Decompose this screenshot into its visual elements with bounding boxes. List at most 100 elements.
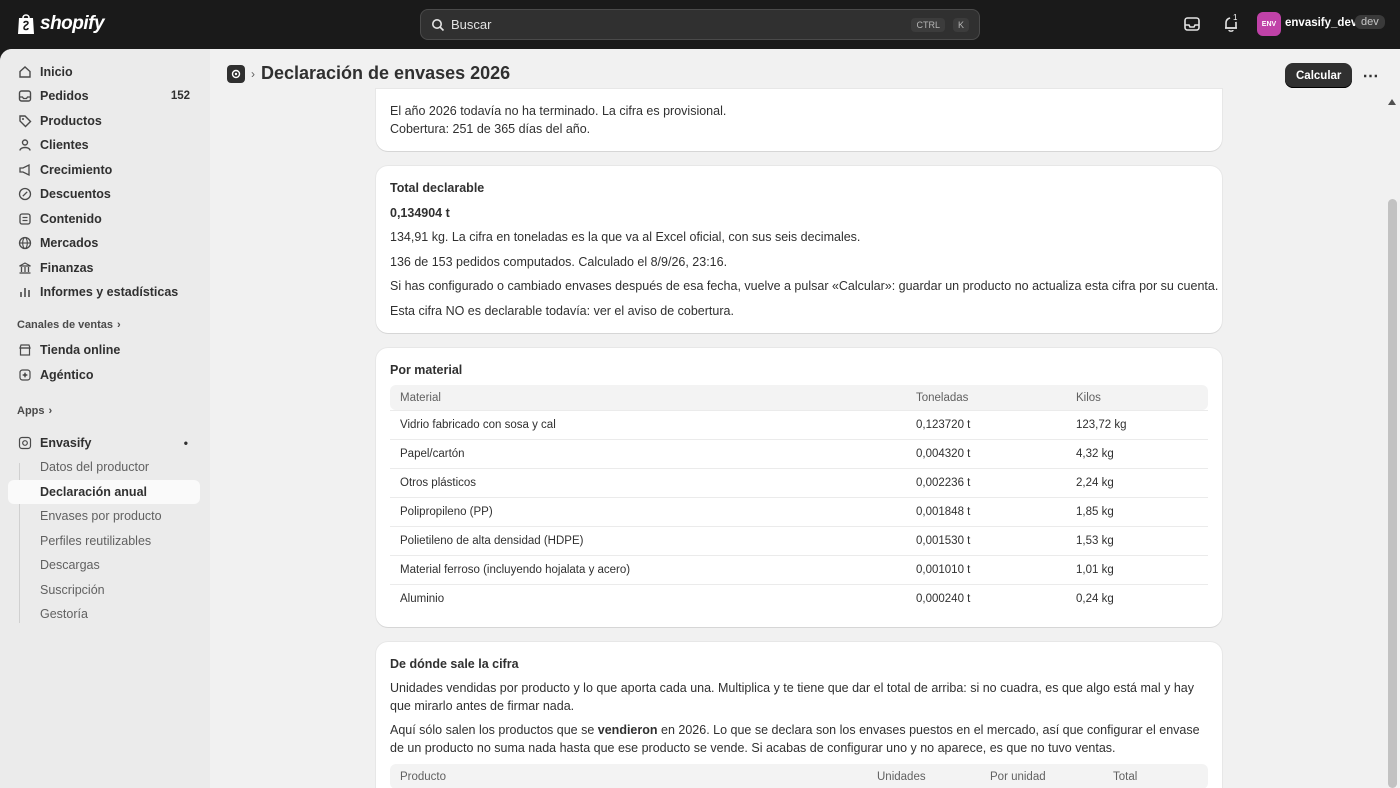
coverage-notice-card: El año 2026 todavía no ha terminado. La … [376, 89, 1222, 151]
origin-p2-a: Aquí sólo salen los productos que se [390, 723, 598, 737]
shortcut-ctrl: CTRL [911, 17, 945, 32]
person-icon [19, 139, 31, 151]
cell-kilos: 123,72 kg [1076, 419, 1127, 431]
cell-toneladas: 0,004320 t [916, 448, 971, 460]
subnav-perfiles-reutilizables[interactable]: Perfiles reutilizables [8, 529, 200, 553]
table-row: Material ferroso (incluyendo hojalata y … [390, 555, 1208, 584]
more-actions-icon[interactable]: ⋯ [1358, 63, 1383, 88]
orders-count-badge: 152 [170, 90, 190, 102]
store-name[interactable]: envasify_dev [1285, 17, 1357, 29]
scroll-up-arrow-icon[interactable] [1388, 99, 1396, 105]
subnav-suscripcion[interactable]: Suscripción [8, 578, 200, 602]
sidebar-item-label: Crecimiento [40, 163, 113, 177]
sidebar-item-descuentos[interactable]: Descuentos [8, 182, 200, 206]
sidebar-item-inicio[interactable]: Inicio [8, 60, 200, 84]
logo-text: shopify [40, 13, 105, 34]
section-label: Apps [17, 405, 45, 417]
sidebar-item-contenido[interactable]: Contenido [8, 207, 200, 231]
env-badge: dev [1355, 15, 1385, 29]
cell-kilos: 1,53 kg [1076, 535, 1114, 547]
subnav-label: Descargas [40, 558, 100, 572]
content-icon [19, 213, 31, 225]
chart-icon [20, 288, 30, 297]
table-row: Papel/cartón 0,004320 t 4,32 kg [390, 439, 1208, 468]
sidebar-item-mercados[interactable]: Mercados [8, 231, 200, 255]
cell-kilos: 2,24 kg [1076, 477, 1114, 489]
sidebar-item-envasify[interactable]: Envasify • [8, 431, 200, 455]
sidebar-item-crecimiento[interactable]: Crecimiento [8, 158, 200, 182]
table-row: Polietileno de alta densidad (HDPE) 0,00… [390, 526, 1208, 555]
subnav-envases-producto[interactable]: Envases por producto [8, 504, 200, 528]
page-title: Declaración de envases 2026 [261, 63, 511, 83]
page-header: › Declaración de envases 2026 [227, 63, 510, 84]
cell-material: Aluminio [400, 593, 445, 605]
more-dots-icon[interactable]: • [184, 436, 188, 450]
subnav-declaracion-anual[interactable]: Declaración anual [8, 480, 200, 504]
subnav-label: Datos del productor [40, 460, 150, 474]
home-icon [19, 66, 31, 78]
origin-paragraph-2: Aquí sólo salen los productos que se ven… [390, 722, 1210, 757]
scrollbar[interactable] [1386, 49, 1400, 788]
admin-frame: Inicio Pedidos 152 Productos Clientes Cr… [0, 49, 1400, 788]
table-row: Otros plásticos 0,002236 t 2,24 kg [390, 468, 1208, 497]
cell-kilos: 0,24 kg [1076, 593, 1114, 605]
subnav-label: Gestoría [40, 607, 88, 621]
sidebar-item-label: Envasify [40, 436, 92, 450]
table-row: Aluminio 0,000240 t 0,24 kg [390, 584, 1208, 613]
cell-toneladas: 0,002236 t [916, 477, 971, 489]
cell-kilos: 1,01 kg [1076, 564, 1114, 576]
inbox-icon[interactable] [1182, 14, 1202, 34]
col-toneladas: Toneladas [916, 391, 969, 404]
cell-toneladas: 0,001010 t [916, 564, 971, 576]
sidebar-item-agentico[interactable]: Agéntico [8, 363, 200, 387]
sales-channels-section[interactable]: Canales de ventas › [17, 319, 121, 331]
shopify-bag-icon [18, 14, 34, 34]
table-row: Polipropileno (PP) 0,001848 t 1,85 kg [390, 497, 1208, 526]
col-por-unidad: Por unidad [990, 770, 1046, 783]
sidebar-item-pedidos[interactable]: Pedidos 152 [8, 84, 200, 108]
megaphone-icon [19, 163, 30, 177]
scroll-thumb[interactable] [1388, 199, 1397, 788]
sidebar-item-label: Inicio [40, 65, 73, 79]
sidebar-item-label: Descuentos [40, 187, 111, 201]
sidebar-item-productos[interactable]: Productos [8, 109, 200, 133]
sidebar-item-clientes[interactable]: Clientes [8, 133, 200, 157]
avatar[interactable]: ENV [1257, 12, 1281, 36]
subnav-label: Envases por producto [40, 509, 162, 523]
chevron-right-icon: › [117, 319, 121, 331]
cell-toneladas: 0,001530 t [916, 535, 971, 547]
material-heading: Por material [390, 363, 463, 377]
total-line-2: 136 de 153 pedidos computados. Calculado… [390, 255, 728, 269]
subnav-datos-productor[interactable]: Datos del productor [8, 455, 200, 479]
total-line-4: Esta cifra NO es declarable todavía: ver… [390, 304, 734, 318]
sidebar-item-label: Productos [40, 114, 102, 128]
apps-section[interactable]: Apps › [17, 405, 52, 417]
calculate-button[interactable]: Calcular [1285, 63, 1353, 88]
subnav-label: Perfiles reutilizables [40, 534, 152, 548]
total-card: Total declarable 0,134904 t 134,91 kg. L… [376, 166, 1222, 333]
origin-paragraph-1: Unidades vendidas por producto y lo que … [390, 681, 1194, 713]
store-icon [19, 344, 31, 356]
breadcrumb-chevron-icon: › [251, 66, 255, 81]
sparkle-icon [19, 369, 31, 381]
chevron-right-icon: › [48, 405, 53, 417]
inbox-icon [18, 90, 32, 102]
table-header: Producto Unidades Por unidad Total [390, 764, 1208, 788]
app-icon[interactable] [227, 64, 245, 83]
col-unidades: Unidades [877, 770, 926, 783]
subnav-descargas[interactable]: Descargas [8, 553, 200, 577]
shopify-logo[interactable]: shopify [16, 12, 105, 36]
sidebar-item-label: Contenido [40, 212, 102, 226]
col-total: Total [1113, 770, 1138, 783]
cell-toneladas: 0,000240 t [916, 593, 971, 605]
app-logo-icon [231, 69, 241, 78]
cell-material: Polietileno de alta densidad (HDPE) [400, 535, 584, 547]
subnav-gestoria[interactable]: Gestoría [8, 602, 200, 626]
search-input[interactable]: Buscar CTRL K [420, 9, 980, 40]
total-line-1: 134,91 kg. La cifra en toneladas es la q… [390, 230, 861, 244]
sidebar-item-informes[interactable]: Informes y estadísticas [8, 280, 200, 304]
sidebar-item-tienda-online[interactable]: Tienda online [8, 338, 200, 362]
col-kilos: Kilos [1076, 391, 1101, 404]
sidebar: Inicio Pedidos 152 Productos Clientes Cr… [0, 49, 210, 788]
sidebar-item-finanzas[interactable]: Finanzas [8, 256, 200, 280]
